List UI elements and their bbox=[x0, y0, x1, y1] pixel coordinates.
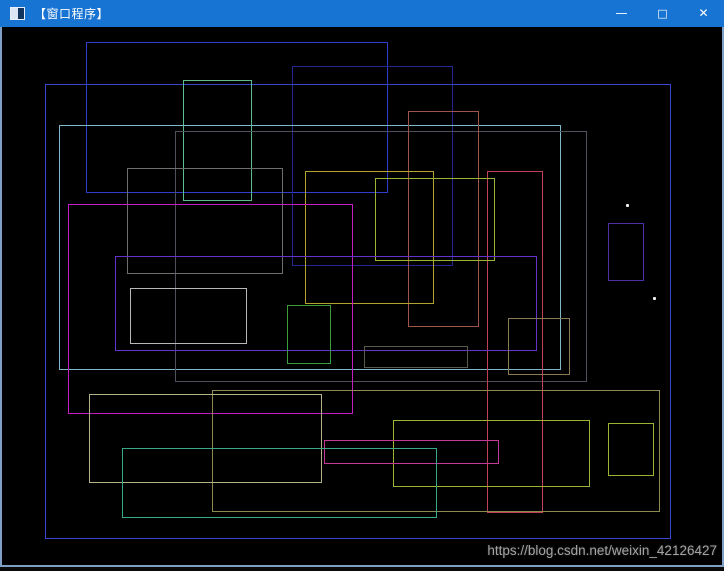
maximize-button[interactable]: □ bbox=[642, 0, 683, 27]
watermark-url: https://blog.csdn.net/weixin_42126427 bbox=[487, 543, 717, 558]
app-window: 【窗口程序】 — □ ✕ https://blog.csdn.net/weixi… bbox=[0, 0, 724, 571]
window-title: 【窗口程序】 bbox=[34, 7, 110, 21]
window-bottom-edge bbox=[0, 567, 724, 571]
app-icon bbox=[10, 7, 25, 20]
drawing-canvas bbox=[0, 27, 724, 567]
close-button[interactable]: ✕ bbox=[683, 0, 724, 27]
window-controls: — □ ✕ bbox=[601, 0, 724, 27]
minimize-button[interactable]: — bbox=[601, 0, 642, 27]
titlebar[interactable]: 【窗口程序】 — □ ✕ bbox=[0, 0, 724, 28]
